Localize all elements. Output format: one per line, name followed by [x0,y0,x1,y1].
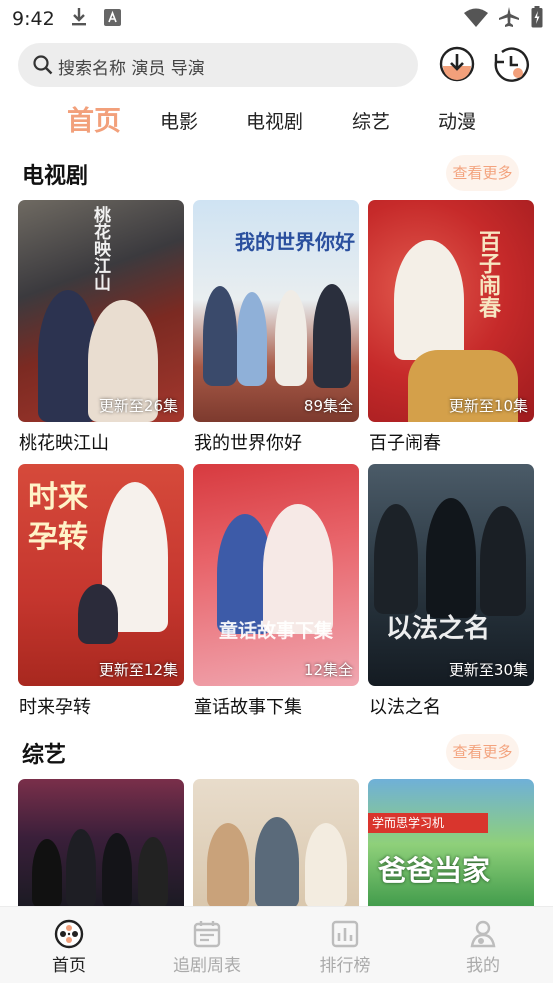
film-reel-icon [54,919,84,953]
calendar-icon [192,919,222,953]
card-title: 百子闹春 [369,433,441,454]
watch-history-button[interactable] [492,45,530,83]
episode-badge: 更新至12集 [98,661,178,679]
nav-label: 我的 [466,956,500,976]
poster-title-art: 童话故事下集 [219,620,334,642]
poster-title-art: 百子闹春 [475,230,501,318]
section-title-variety: 综艺 [22,743,67,768]
bottom-navigation: 首页 追剧周表 排行榜 我的 [0,906,553,983]
nav-label: 追剧周表 [173,956,241,976]
variety-card[interactable] [193,779,359,909]
tv-more-button[interactable]: 查看更多 [446,155,519,191]
poster-image: 以法之名 更新至30集 [368,464,534,686]
tab-tv-series[interactable]: 电视剧 [246,107,303,134]
wifi-icon [464,8,488,32]
tab-home[interactable]: 首页 [67,99,121,138]
poster-title-art: 以法之名 [386,614,491,644]
nav-home[interactable]: 首页 [0,907,138,983]
search-input[interactable]: 搜索名称 演员 导演 [18,43,418,87]
card-title: 时来孕转 [19,697,91,718]
download-icon [70,7,88,31]
chart-icon [330,919,360,953]
poster-title-art: 桃花映江山 [90,206,110,291]
poster-image: 我的世界你好 89集全 [193,200,359,422]
app-notification-icon [104,9,121,30]
status-bar: 9:42 [0,0,553,36]
episode-badge: 12集全 [303,661,353,679]
download-manager-button[interactable] [438,45,476,83]
tab-movies[interactable]: 电影 [160,107,198,134]
history-icon [494,47,529,82]
nav-profile[interactable]: 我的 [414,907,552,983]
tv-card[interactable]: 我的世界你好 89集全 我的世界你好 [193,200,359,454]
card-title: 我的世界你好 [194,433,302,454]
category-tabs: 首页 电影 电视剧 综艺 动漫 [0,95,553,145]
nav-schedule[interactable]: 追剧周表 [138,907,276,983]
poster-title-art: 我的世界你好 [235,230,355,254]
battery-icon [531,6,543,32]
status-time: 9:42 [12,8,55,30]
airplane-mode-icon [498,6,520,32]
nav-ranking[interactable]: 排行榜 [276,907,414,983]
card-title: 以法之名 [369,697,441,718]
episode-badge: 更新至10集 [448,397,528,415]
poster-image: 百子闹春 更新至10集 [368,200,534,422]
poster-image: 桃花映江山 更新至26集 [18,200,184,422]
search-placeholder: 搜索名称 演员 导演 [58,59,205,79]
download-circle-icon [439,46,475,82]
tv-card[interactable]: 时来孕转 更新至12集 时来孕转 [18,464,184,718]
episode-badge: 89集全 [303,397,353,415]
variety-more-button[interactable]: 查看更多 [446,734,519,770]
poster-title-art: 时来孕转 [28,480,88,555]
variety-card[interactable]: 学而思学习机 爸爸当家 [368,779,534,909]
episode-badge: 更新至30集 [448,661,528,679]
poster-title-art: 爸爸当家 [378,854,491,887]
nav-label: 排行榜 [319,956,371,976]
variety-card[interactable] [18,779,184,909]
poster-banner: 学而思学习机 [368,813,488,833]
card-title: 桃花映江山 [19,433,109,454]
tv-card[interactable]: 以法之名 更新至30集 以法之名 [368,464,534,718]
card-title: 童话故事下集 [194,697,302,718]
tv-card[interactable]: 桃花映江山 更新至26集 桃花映江山 [18,200,184,454]
nav-label: 首页 [52,956,86,976]
tv-card[interactable]: 百子闹春 更新至10集 百子闹春 [368,200,534,454]
tv-card[interactable]: 童话故事下集 12集全 童话故事下集 [193,464,359,718]
poster-image: 时来孕转 更新至12集 [18,464,184,686]
episode-badge: 更新至26集 [98,397,178,415]
tab-variety[interactable]: 综艺 [352,107,390,134]
poster-image: 童话故事下集 12集全 [193,464,359,686]
section-title-tv: 电视剧 [22,164,89,189]
tab-anime[interactable]: 动漫 [438,107,476,134]
profile-icon [468,919,498,953]
search-icon [32,54,54,80]
